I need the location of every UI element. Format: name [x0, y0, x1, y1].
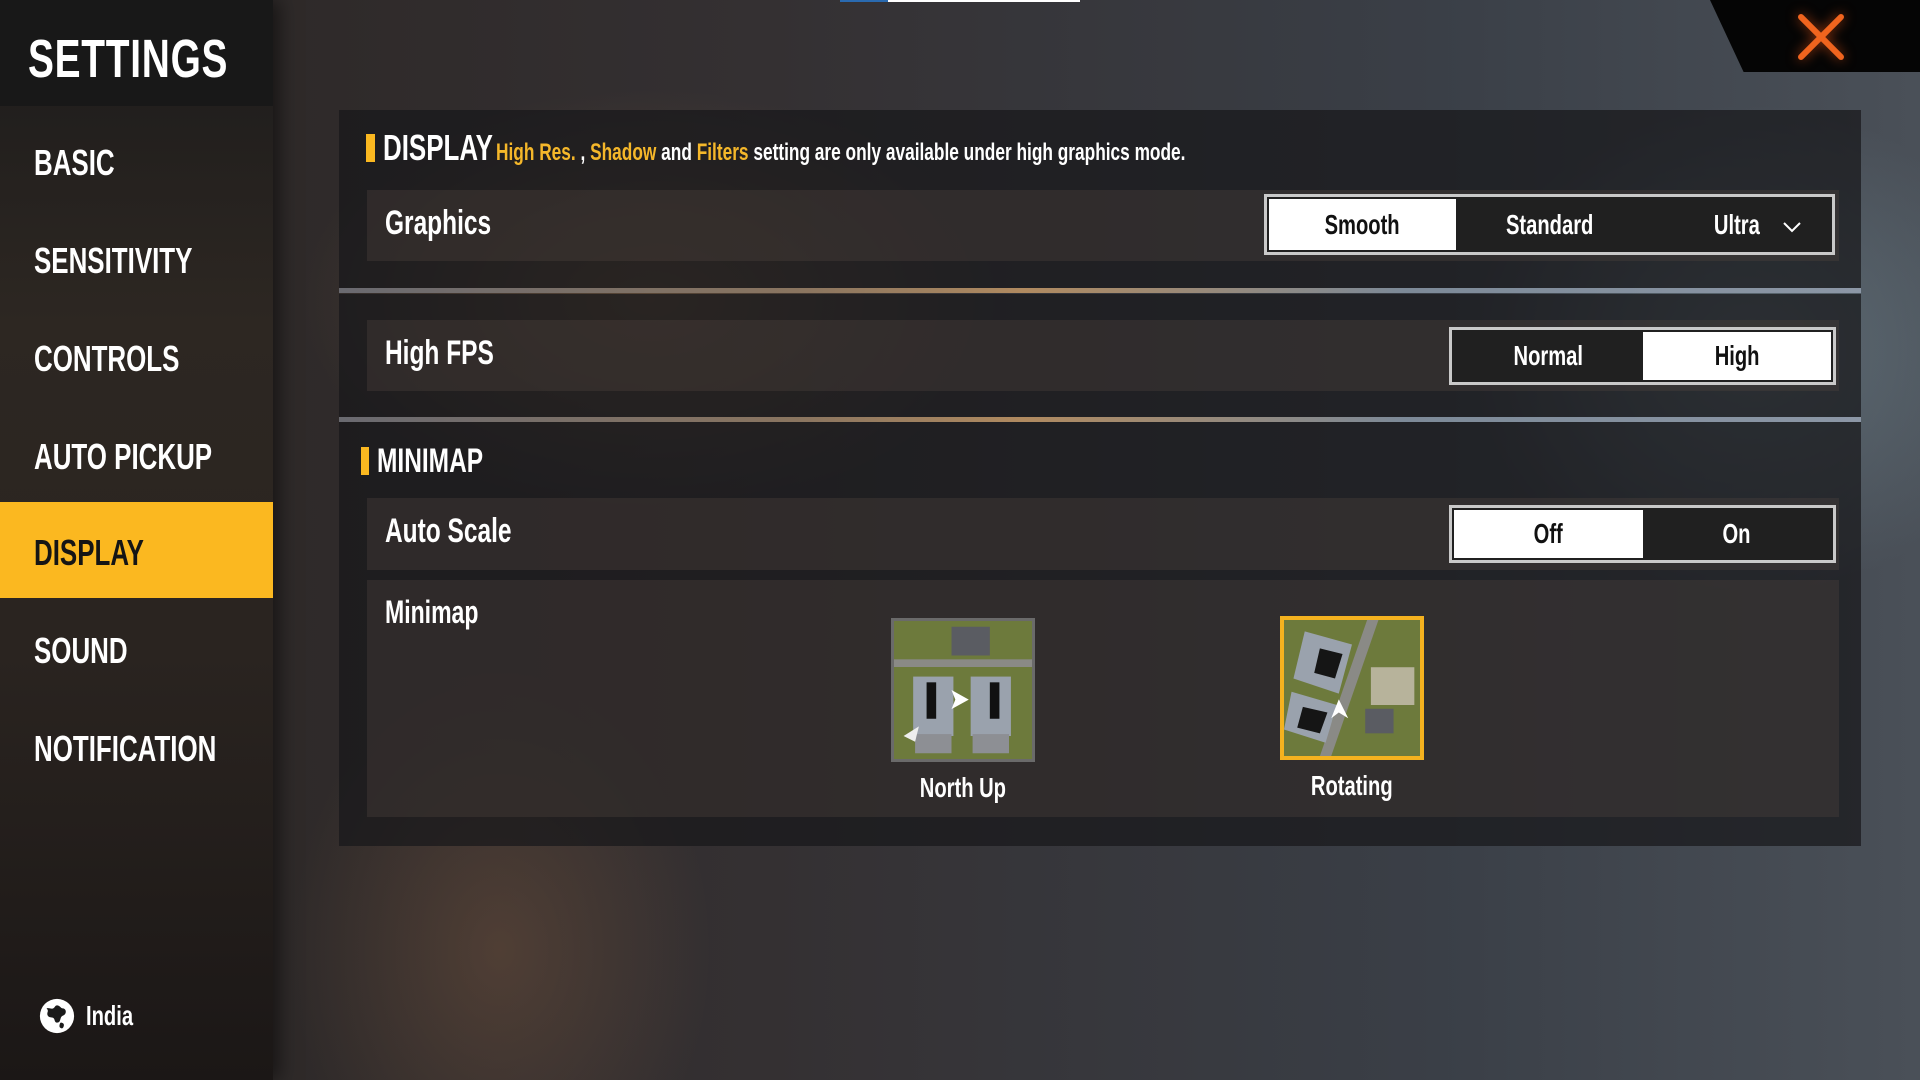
note-highlight-shadow: Shadow: [590, 139, 657, 166]
region-label: India: [86, 1000, 134, 1031]
sidebar-item-label: CONTROLS: [34, 338, 180, 379]
sidebar-header: SETTINGS: [0, 0, 273, 106]
fps-option-normal[interactable]: Normal: [1454, 332, 1643, 380]
sidebar-item-notification[interactable]: NOTIFICATION: [0, 698, 273, 794]
north-up-preview-image: [891, 618, 1035, 762]
sidebar-item-sensitivity[interactable]: SENSITIVITY: [0, 210, 273, 306]
rotating-map-image: [1284, 620, 1420, 756]
close-button[interactable]: [1710, 0, 1920, 72]
note-highlight-filters: Filters: [696, 139, 749, 166]
sidebar-item-basic[interactable]: BASIC: [0, 112, 273, 208]
high-fps-selector[interactable]: Normal High: [1449, 327, 1836, 385]
note-text: and: [656, 139, 697, 166]
graphics-option-smooth[interactable]: Smooth: [1269, 199, 1456, 250]
sidebar-item-label: NOTIFICATION: [34, 728, 217, 769]
globe-icon: [39, 998, 75, 1034]
sidebar-item-label: BASIC: [34, 142, 115, 183]
sidebar-item-label: DISPLAY: [34, 532, 144, 573]
sidebar-item-controls[interactable]: CONTROLS: [0, 308, 273, 404]
auto-scale-selector[interactable]: Off On: [1449, 505, 1836, 563]
sidebar-item-label: AUTO PICKUP: [34, 436, 213, 477]
top-progress-strip: [840, 0, 1080, 2]
rotating-label: Rotating: [1311, 770, 1393, 801]
auto-scale-label: Auto Scale: [385, 512, 512, 550]
minimap-mode-label: Minimap: [385, 594, 479, 630]
graphics-option-ultra[interactable]: Ultra: [1643, 199, 1830, 250]
sidebar-item-label: SENSITIVITY: [34, 240, 193, 281]
sidebar-item-auto-pickup[interactable]: AUTO PICKUP: [0, 406, 273, 502]
minimap-option-rotating[interactable]: Rotating: [1280, 616, 1424, 802]
accent-bar: [366, 134, 375, 162]
sidebar-item-display[interactable]: DISPLAY: [0, 502, 273, 598]
north-up-label: North Up: [919, 772, 1007, 803]
high-fps-label: High FPS: [385, 334, 494, 372]
section-title: MINIMAP: [377, 441, 484, 480]
note-highlight-high-res: High Res.: [496, 139, 576, 166]
minimap-mode-row: Minimap: [367, 580, 1839, 817]
sidebar-item-sound[interactable]: SOUND: [0, 600, 273, 696]
note-text: ,: [575, 139, 591, 166]
sidebar: SETTINGS BASIC SENSITIVITY CONTROLS AUTO…: [0, 0, 273, 1080]
top-progress-fill: [840, 0, 888, 2]
north-up-map-image: [894, 621, 1032, 759]
fps-option-high[interactable]: High: [1642, 332, 1831, 380]
region-selector[interactable]: India: [38, 997, 151, 1035]
graphics-selector[interactable]: Smooth Standard Ultra: [1264, 194, 1835, 255]
close-icon: [1798, 14, 1844, 60]
accent-bar: [361, 447, 369, 475]
display-note: High Res. , Shadow and Filters setting a…: [496, 130, 1454, 170]
page-title: SETTINGS: [28, 29, 229, 89]
minimap-option-north-up[interactable]: North Up: [891, 618, 1035, 804]
section-title: DISPLAY: [383, 127, 493, 168]
note-text: setting are only available under high gr…: [748, 139, 1186, 166]
graphics-option-standard[interactable]: Standard: [1456, 199, 1643, 250]
auto-scale-option-on[interactable]: On: [1643, 510, 1832, 558]
auto-scale-option-off[interactable]: Off: [1454, 510, 1643, 558]
rotating-preview-image: [1280, 616, 1424, 760]
divider: [339, 288, 1861, 293]
sidebar-item-label: SOUND: [34, 630, 128, 671]
chevron-down-icon[interactable]: [1782, 221, 1802, 233]
graphics-label: Graphics: [385, 204, 492, 242]
minimap-section-header: MINIMAP: [361, 441, 524, 481]
